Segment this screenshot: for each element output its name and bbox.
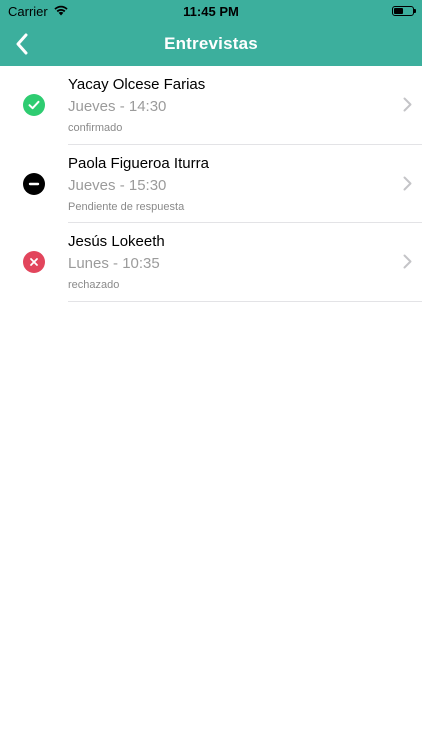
status-bar: Carrier 11:45 PM (0, 0, 422, 22)
candidate-name: Jesús Lokeeth (68, 233, 165, 251)
interview-list: Yacay Olcese Farias Jueves - 14:30 confi… (0, 66, 422, 302)
chevron-right-icon (392, 254, 422, 269)
status-icon-column (0, 223, 68, 302)
carrier-label: Carrier (8, 3, 48, 19)
status-left: Carrier (8, 4, 69, 19)
minus-circle-icon (23, 172, 45, 195)
wifi-icon (53, 4, 69, 19)
row-text: Jesús Lokeeth Lunes - 10:35 rechazado (68, 231, 392, 292)
candidate-name: Paola Figueroa Iturra (68, 154, 209, 172)
x-circle-icon (23, 251, 45, 274)
page-title: Entrevistas (164, 34, 258, 53)
status-icon-column (0, 66, 68, 145)
battery-icon (392, 6, 416, 16)
chevron-right-icon (392, 176, 422, 191)
chevron-right-icon (392, 97, 422, 112)
back-button[interactable] (6, 28, 38, 60)
status-icon-column (0, 145, 68, 224)
interview-schedule: Lunes - 10:35 (68, 255, 160, 273)
interview-status: rechazado (68, 279, 120, 292)
interview-row-3[interactable]: Jesús Lokeeth Lunes - 10:35 rechazado (0, 223, 422, 302)
navigation-bar: Entrevistas (0, 22, 422, 66)
row-content: Jesús Lokeeth Lunes - 10:35 rechazado (68, 223, 422, 302)
interview-status: Pendiente de respuesta (68, 200, 185, 213)
row-text: Paola Figueroa Iturra Jueves - 15:30 Pen… (68, 153, 392, 214)
row-content: Paola Figueroa Iturra Jueves - 15:30 Pen… (68, 145, 422, 223)
row-text: Yacay Olcese Farias Jueves - 14:30 confi… (68, 74, 392, 135)
interview-schedule: Jueves - 15:30 (68, 176, 167, 194)
interview-status: confirmado (68, 122, 123, 135)
check-circle-icon (23, 94, 45, 117)
chevron-left-icon (16, 33, 28, 55)
row-content: Yacay Olcese Farias Jueves - 14:30 confi… (68, 66, 422, 145)
candidate-name: Yacay Olcese Farias (68, 76, 206, 94)
interview-schedule: Jueves - 14:30 (68, 98, 167, 116)
interview-row-1[interactable]: Yacay Olcese Farias Jueves - 14:30 confi… (0, 66, 422, 145)
interview-row-2[interactable]: Paola Figueroa Iturra Jueves - 15:30 Pen… (0, 145, 422, 224)
